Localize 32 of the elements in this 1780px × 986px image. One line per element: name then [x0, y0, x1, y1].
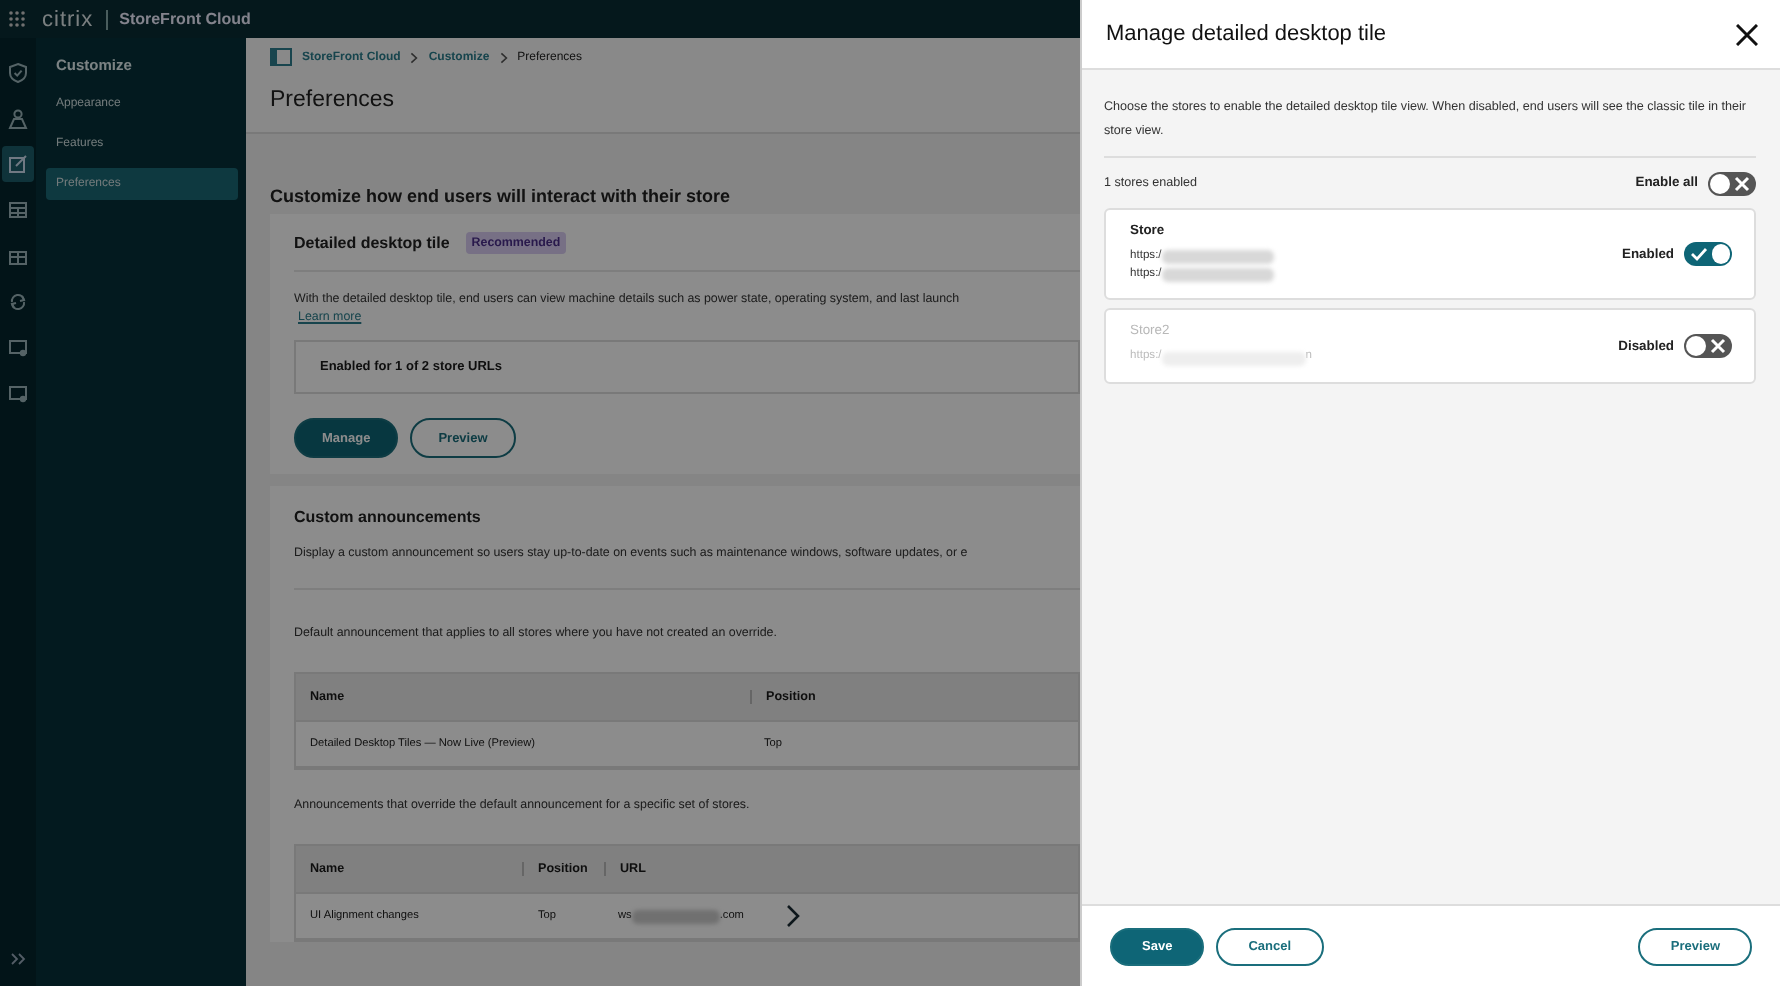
- chevron-right-icon: [786, 904, 800, 928]
- chevron-right-icon: [410, 51, 419, 63]
- redacted-block: [1161, 250, 1274, 265]
- edit-icon: [8, 153, 28, 175]
- monitor-icon: [8, 383, 28, 405]
- card-title: Detailed desktop tile: [294, 234, 450, 252]
- dialog-title: Manage detailed desktop tile: [1106, 22, 1389, 46]
- app-grid-icon: [8, 10, 26, 28]
- x-icon: [1734, 175, 1750, 192]
- card-title: Custom announcements: [294, 506, 483, 526]
- toggle-switch[interactable]: [1684, 242, 1732, 267]
- page-title: Preferences: [270, 88, 397, 112]
- brand-logo: citrix: [42, 7, 94, 31]
- toggle-switch[interactable]: [1708, 171, 1756, 196]
- check-icon: [1690, 246, 1708, 263]
- gift-icon: [8, 245, 28, 267]
- x-icon: [1710, 338, 1726, 355]
- shield-icon: [8, 61, 28, 83]
- redacted-block: [631, 909, 720, 923]
- chevron-right-icon: [499, 51, 508, 63]
- product-name: StoreFront Cloud: [119, 10, 251, 28]
- redacted-block: [1161, 268, 1274, 283]
- grid-icon: [8, 199, 28, 221]
- people-icon: [8, 107, 28, 129]
- sidebar-toggle-icon: [270, 48, 292, 66]
- close-icon: [1736, 23, 1758, 45]
- sync-icon: [8, 291, 28, 313]
- nav-icon-button[interactable]: [2, 146, 34, 182]
- section-title: Customize how end users will interact with their store: [270, 186, 733, 206]
- monitor-icon: [8, 337, 28, 359]
- expand-icon: [10, 952, 26, 966]
- close-button[interactable]: [1736, 23, 1758, 45]
